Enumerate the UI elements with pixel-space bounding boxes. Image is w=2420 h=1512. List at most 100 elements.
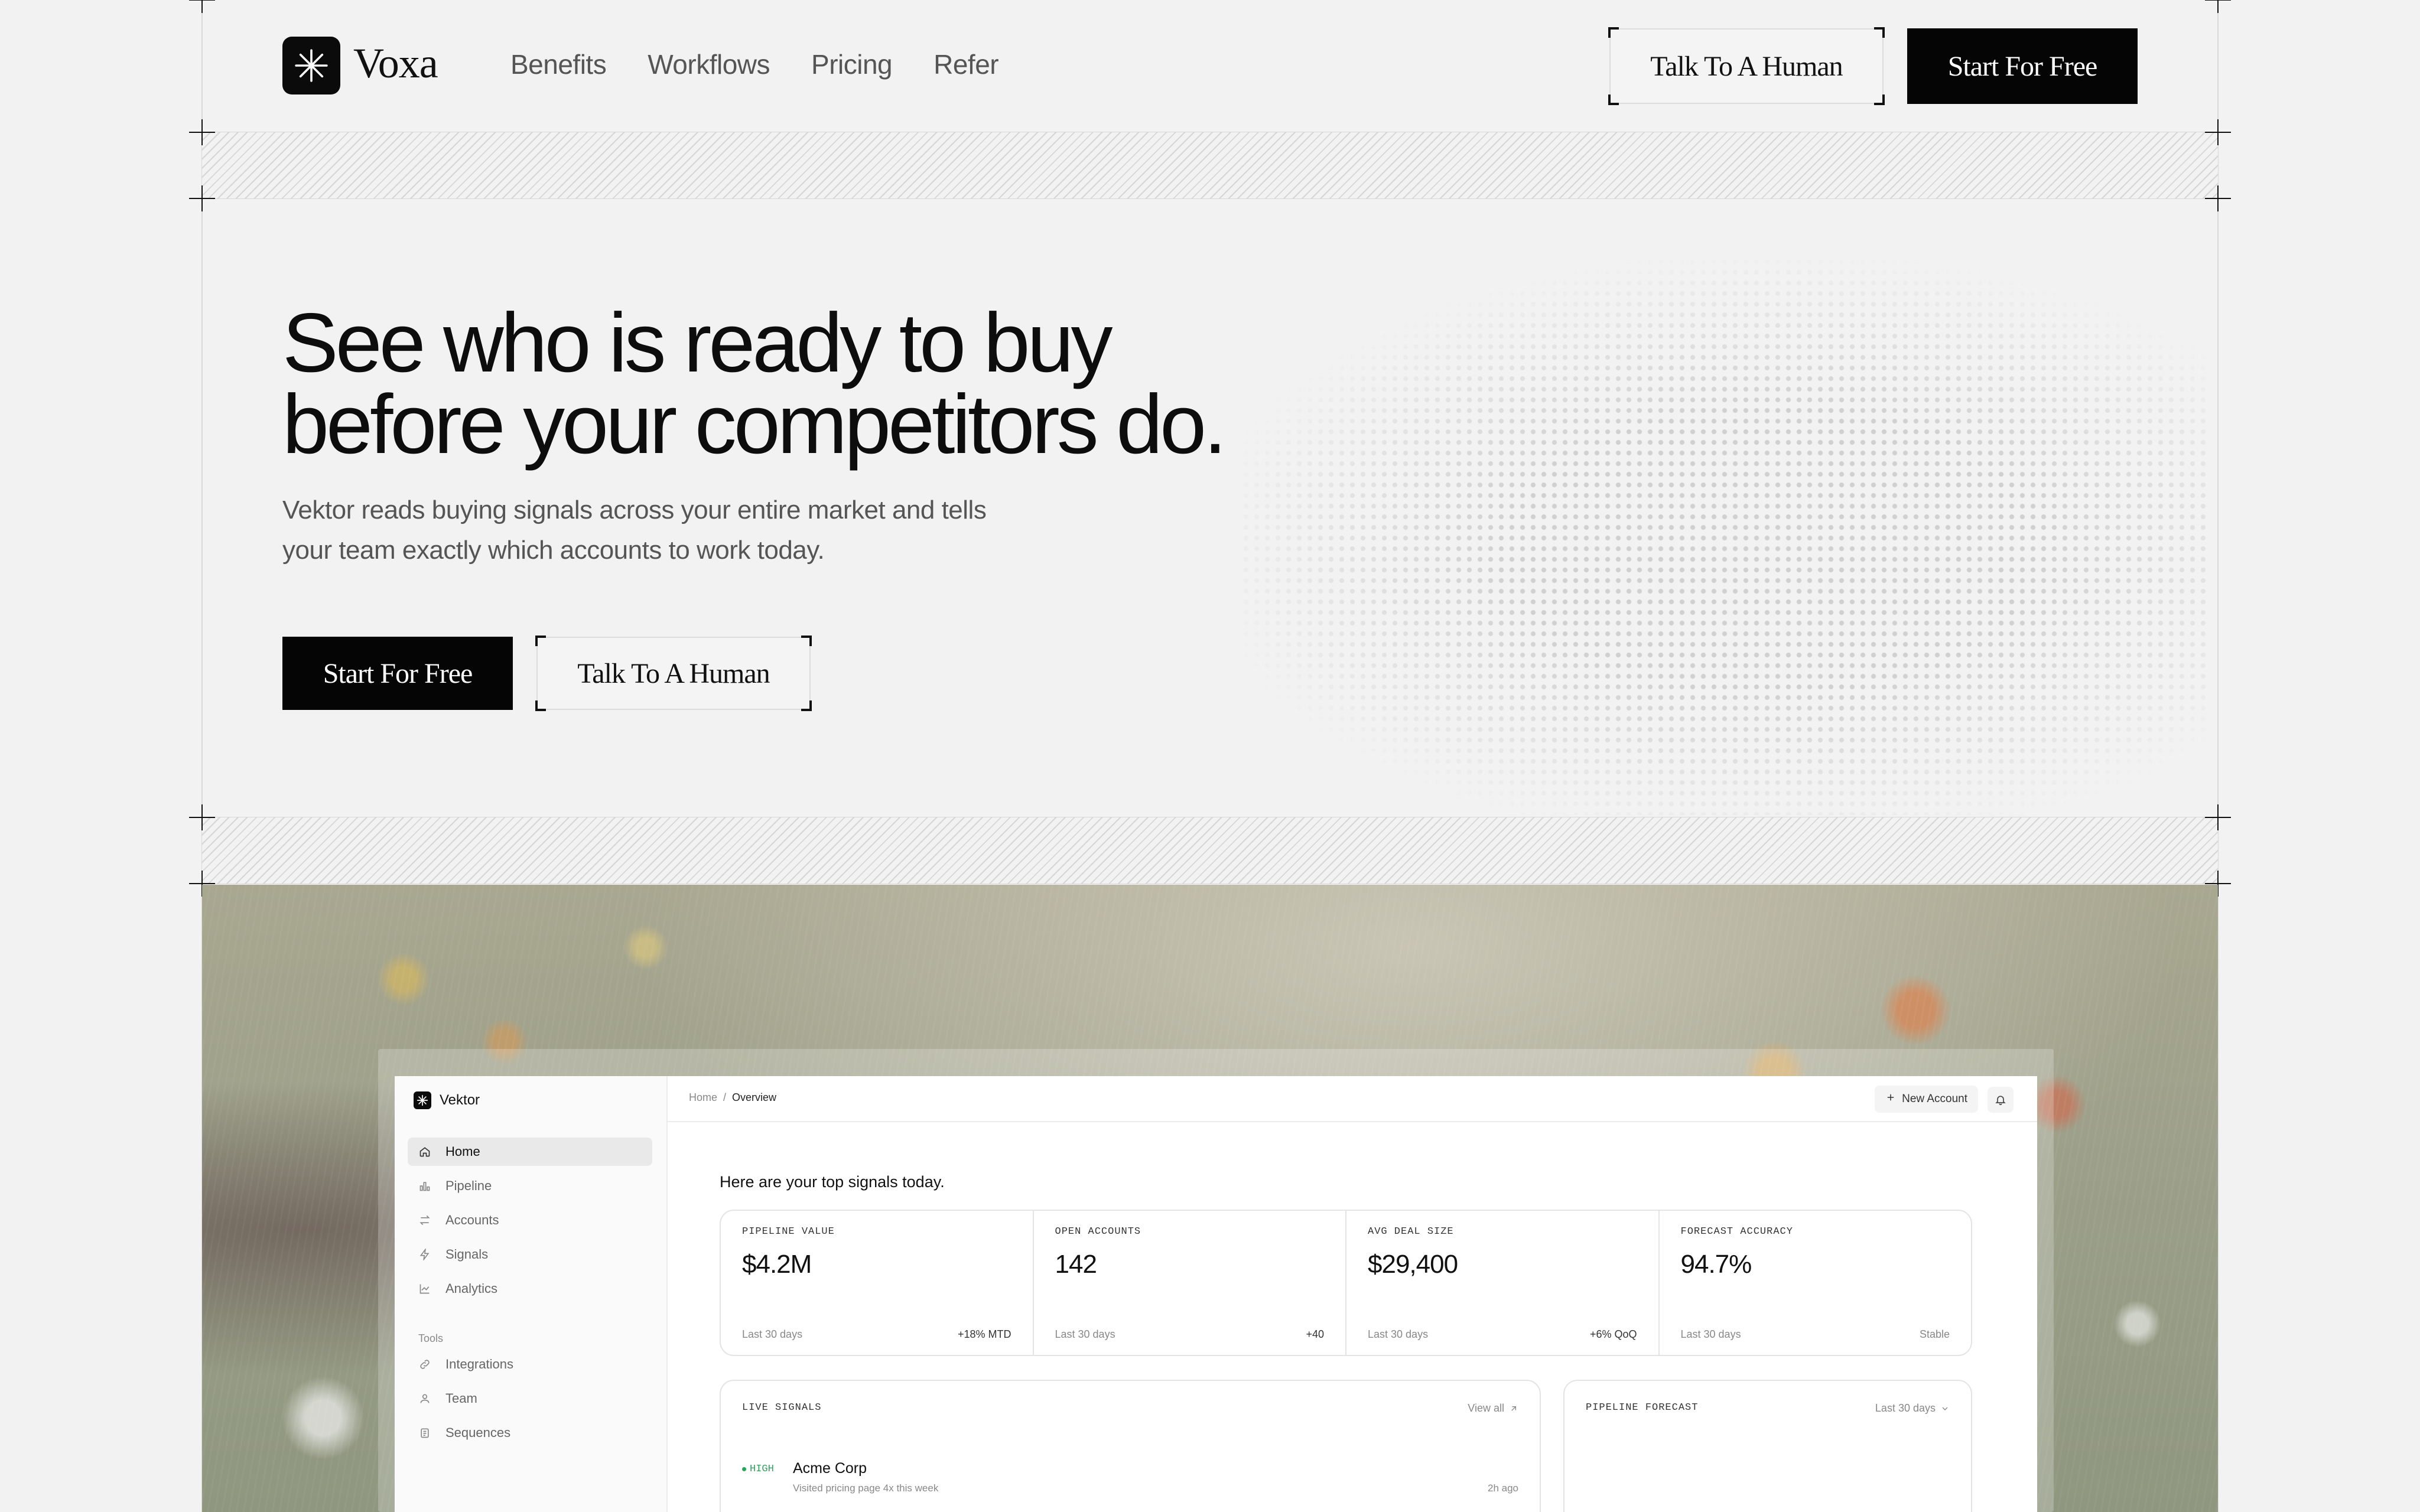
sidebar-item-team[interactable]: Team	[408, 1384, 652, 1413]
hero-talk-label: Talk To A Human	[577, 657, 770, 689]
hero-title: See who is ready to buy before your comp…	[282, 301, 1405, 467]
breadcrumb: Home / Overview	[689, 1091, 776, 1104]
hatch-divider-bottom	[202, 817, 2218, 884]
hero-subtitle-line-1: Vektor reads buying signals across your …	[282, 496, 987, 524]
greeting-text: Here are your top signals today.	[720, 1173, 945, 1191]
hero-title-line-2: before your competitors do.	[282, 377, 1227, 471]
stat-value: 142	[1055, 1250, 1097, 1279]
brand-name[interactable]: Voxa	[353, 39, 438, 88]
view-all-link[interactable]: View all	[1468, 1402, 1518, 1415]
lightning-icon	[418, 1248, 431, 1261]
sidebar-item-home[interactable]: Home	[408, 1138, 652, 1166]
nav-link-benefits[interactable]: Benefits	[510, 48, 607, 80]
sidebar-item-sequences[interactable]: Sequences	[408, 1419, 652, 1447]
arrow-up-right-icon	[1511, 1406, 1516, 1411]
nav-talk-label: Talk To A Human	[1650, 50, 1843, 82]
stat-value: 94.7%	[1680, 1250, 1752, 1279]
corner-cross	[2205, 185, 2231, 211]
dashboard-brand[interactable]: Vektor	[414, 1091, 480, 1109]
signal-row[interactable]: HIGH Acme Corp Visited pricing page 4x t…	[742, 1460, 1518, 1501]
stat-value: $29,400	[1368, 1250, 1458, 1279]
asterisk-icon	[295, 49, 328, 82]
nav-start-button[interactable]: Start For Free	[1907, 28, 2138, 104]
new-account-button[interactable]: New Account	[1875, 1086, 1978, 1113]
sidebar-section-tools: Tools	[418, 1332, 444, 1344]
nav-link-refer[interactable]: Refer	[933, 48, 998, 80]
link-icon	[418, 1358, 431, 1371]
sidebar-item-label: Home	[445, 1144, 480, 1159]
chevron-down-icon	[1942, 1407, 1948, 1410]
brand-logo[interactable]	[282, 37, 340, 94]
nav-start-label: Start For Free	[1947, 50, 2098, 82]
breadcrumb-separator: /	[723, 1091, 727, 1103]
swap-arrows-icon	[418, 1214, 431, 1227]
stat-period: Last 30 days	[1680, 1328, 1741, 1340]
bell-icon	[1995, 1096, 2006, 1106]
dashboard-brand-name: Vektor	[440, 1092, 480, 1108]
sidebar-item-label: Team	[445, 1391, 477, 1406]
corner-cross	[189, 804, 215, 830]
stat-avg-deal-size: AVG DEAL SIZE $29,400 Last 30 days +6% Q…	[1346, 1211, 1660, 1355]
new-account-label: New Account	[1902, 1093, 1967, 1105]
sidebar-item-label: Pipeline	[445, 1178, 492, 1193]
dashboard-main: Home / Overview New Account Here are you…	[668, 1076, 2037, 1512]
top-nav: Voxa Benefits Workflows Pricing Refer Ta…	[202, 0, 2218, 132]
hero-subtitle: Vektor reads buying signals across your …	[282, 490, 1050, 571]
sidebar-item-signals[interactable]: Signals	[408, 1240, 652, 1269]
hero-talk-button[interactable]: Talk To A Human	[535, 636, 812, 711]
sidebar-item-integrations[interactable]: Integrations	[408, 1350, 652, 1379]
nav-link-workflows[interactable]: Workflows	[648, 48, 770, 80]
sidebar-item-accounts[interactable]: Accounts	[408, 1206, 652, 1234]
stat-forecast-accuracy: FORECAST ACCURACY 94.7% Last 30 days Sta…	[1660, 1211, 1972, 1355]
corner-cross	[189, 185, 215, 211]
sidebar-item-label: Analytics	[445, 1281, 498, 1296]
hero-title-line-1: See who is ready to buy	[282, 296, 1113, 390]
dashboard-topbar: Home / Overview New Account	[668, 1076, 2037, 1122]
stat-pipeline-value: PIPELINE VALUE $4.2M Last 30 days +18% M…	[721, 1211, 1034, 1355]
stat-change: +40	[1306, 1328, 1324, 1340]
stat-label: AVG DEAL SIZE	[1368, 1226, 1454, 1237]
sidebar-item-analytics[interactable]: Analytics	[408, 1275, 652, 1303]
clipboard-icon	[418, 1426, 431, 1439]
sidebar-item-label: Accounts	[445, 1213, 499, 1227]
asterisk-icon	[414, 1091, 431, 1109]
signal-account-name: Acme Corp	[793, 1460, 867, 1477]
stat-label: FORECAST ACCURACY	[1680, 1226, 1793, 1237]
hero-start-button[interactable]: Start For Free	[282, 637, 513, 710]
signal-priority-label: HIGH	[750, 1464, 774, 1475]
range-label: Last 30 days	[1875, 1402, 1936, 1414]
stats-card: PIPELINE VALUE $4.2M Last 30 days +18% M…	[720, 1210, 1972, 1356]
stat-label: OPEN ACCOUNTS	[1055, 1226, 1141, 1237]
hero-subtitle-line-2: your team exactly which accounts to work…	[282, 536, 825, 565]
range-dropdown[interactable]: Last 30 days	[1875, 1402, 1950, 1415]
status-dot-icon	[742, 1467, 746, 1471]
nav-links: Benefits Workflows Pricing Refer	[510, 48, 999, 80]
sidebar-item-label: Integrations	[445, 1357, 513, 1371]
panel-title: PIPELINE FORECAST	[1586, 1402, 1699, 1413]
hatch-divider-top	[202, 132, 2218, 198]
plus-icon	[1885, 1092, 1896, 1106]
dashboard-preview: Vektor Home Pipeline Accounts Signals An…	[395, 1076, 2037, 1512]
sidebar-item-label: Sequences	[445, 1425, 511, 1440]
nav-talk-button[interactable]: Talk To A Human	[1608, 27, 1885, 105]
sidebar-item-label: Signals	[445, 1247, 489, 1262]
notifications-button[interactable]	[1988, 1087, 2014, 1113]
breadcrumb-home[interactable]: Home	[689, 1091, 717, 1104]
stat-period: Last 30 days	[1055, 1328, 1115, 1340]
dashboard-preview-frame: Vektor Home Pipeline Accounts Signals An…	[378, 1049, 2054, 1512]
bar-chart-icon	[418, 1179, 431, 1192]
stat-label: PIPELINE VALUE	[742, 1226, 835, 1237]
pipeline-forecast-panel: PIPELINE FORECAST Last 30 days	[1563, 1380, 1972, 1512]
stat-value: $4.2M	[742, 1250, 812, 1279]
home-icon	[418, 1145, 431, 1158]
nav-link-pricing[interactable]: Pricing	[811, 48, 893, 80]
panel-title: LIVE SIGNALS	[742, 1402, 822, 1413]
live-signals-panel: LIVE SIGNALS View all HIGH Acme Corp Vis…	[720, 1380, 1541, 1512]
dashboard-sidebar: Vektor Home Pipeline Accounts Signals An…	[395, 1076, 668, 1512]
user-icon	[418, 1392, 431, 1405]
stat-open-accounts: OPEN ACCOUNTS 142 Last 30 days +40	[1034, 1211, 1346, 1355]
stat-period: Last 30 days	[1368, 1328, 1429, 1340]
sidebar-item-pipeline[interactable]: Pipeline	[408, 1172, 652, 1200]
breadcrumb-current: Overview	[732, 1091, 777, 1103]
signal-note: Visited pricing page 4x this week	[793, 1482, 939, 1494]
